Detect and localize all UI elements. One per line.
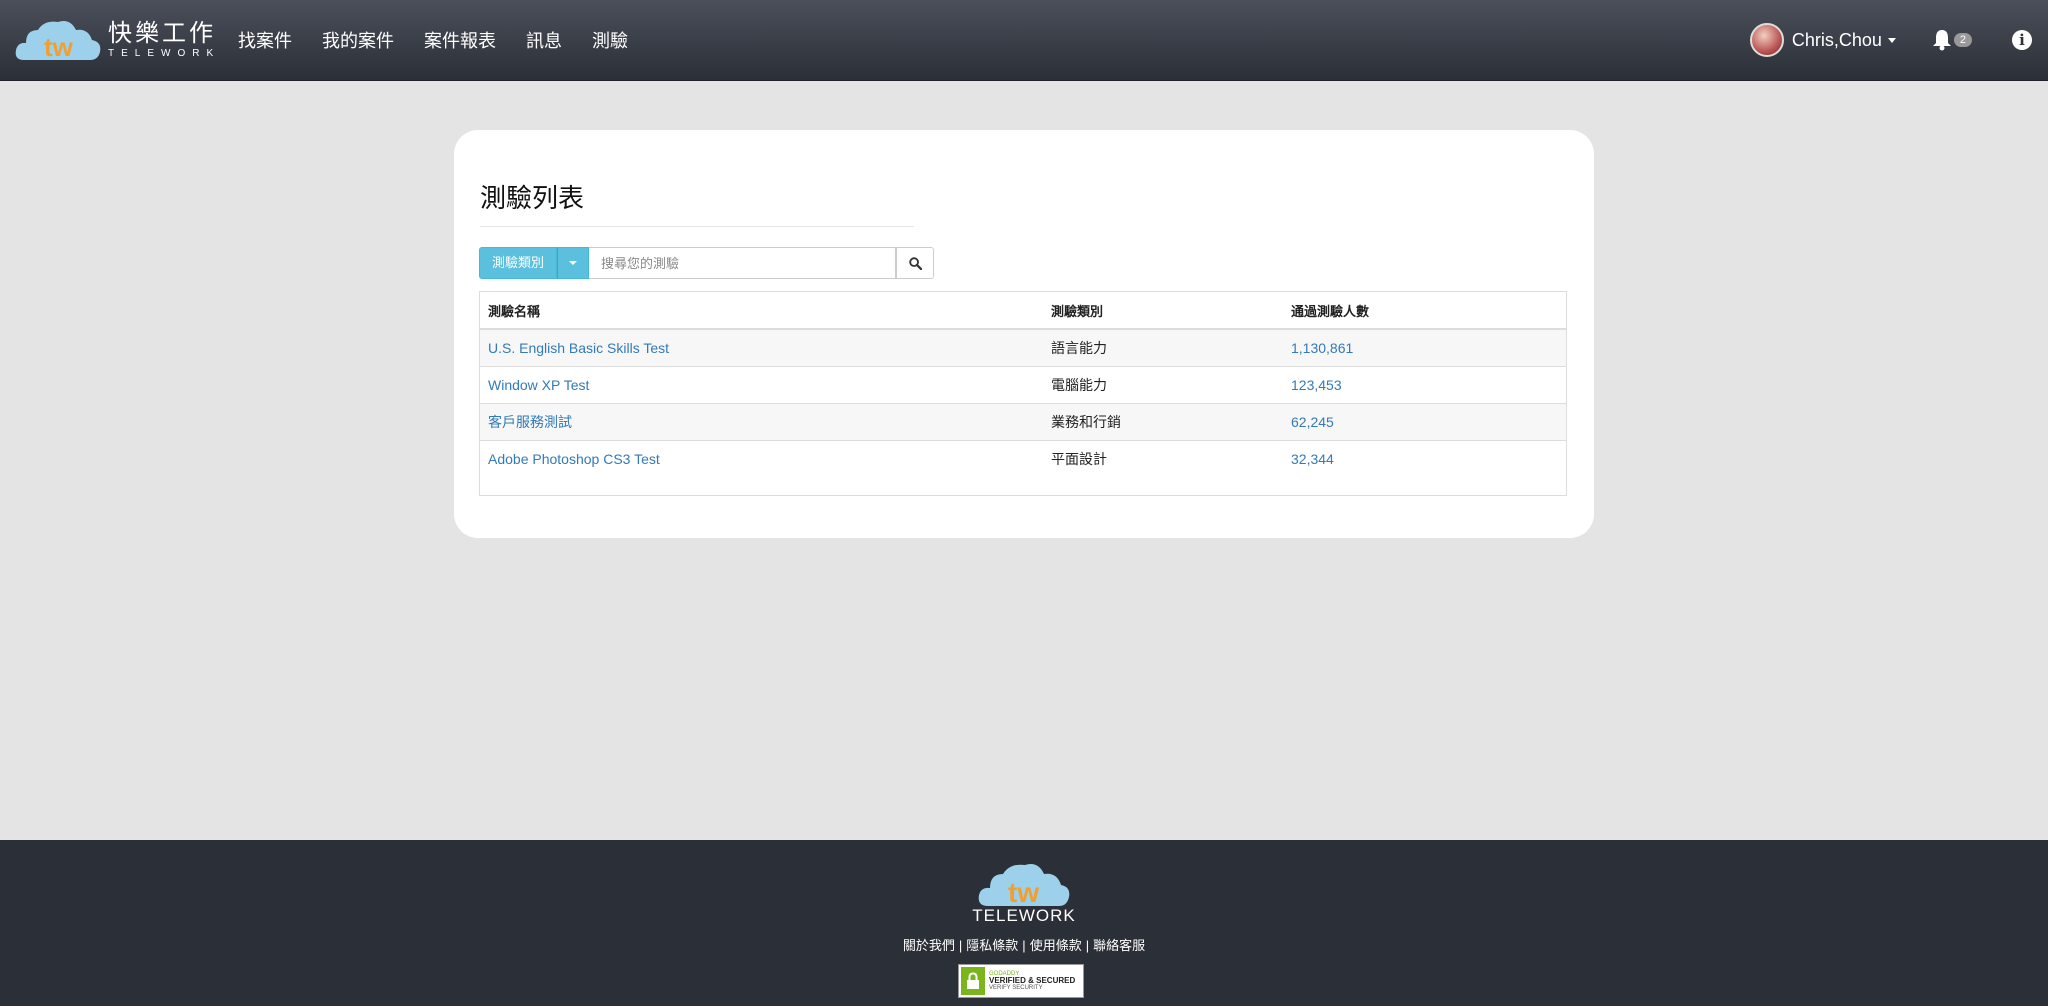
category-button[interactable]: 測驗類別 xyxy=(479,247,558,279)
footer-link-about[interactable]: 關於我們 xyxy=(903,938,955,953)
security-seal[interactable]: GODADDY VERIFIED & SECURED VERIFY SECURI… xyxy=(958,964,1084,998)
test-category: 業務和行銷 xyxy=(1043,403,1283,441)
passed-count[interactable]: 1,130,861 xyxy=(1291,340,1353,356)
footer-separator: | xyxy=(1022,938,1026,953)
seal-line3: VERIFY SECURITY xyxy=(989,985,1043,992)
table-row: Adobe Photoshop CS3 Test 平面設計 32,344 xyxy=(480,440,1566,477)
category-dropdown-toggle[interactable] xyxy=(557,247,590,279)
test-name-link[interactable]: 客戶服務測試 xyxy=(488,414,572,430)
brand-name-en: TELEWORK xyxy=(108,47,221,59)
notification-badge: 2 xyxy=(1953,33,1972,47)
cloud-logo-icon: tw xyxy=(15,21,101,62)
bell-icon xyxy=(1932,30,1951,51)
search-input[interactable] xyxy=(589,247,897,279)
caret-down-icon xyxy=(569,261,578,265)
lock-icon xyxy=(961,967,985,995)
nav-messages[interactable]: 訊息 xyxy=(526,27,562,53)
footer-links: 關於我們 | 隱私條款 | 使用條款 | 聯絡客服 xyxy=(0,935,2048,954)
passed-count[interactable]: 62,245 xyxy=(1291,414,1334,430)
footer: tw TELEWORK 關於我們 | 隱私條款 | 使用條款 | 聯絡客服 GODADDY … xyxy=(0,840,2048,1006)
footer-cloud-logo-icon[interactable]: tw xyxy=(976,858,1072,908)
notifications-button[interactable]: 2 xyxy=(1932,29,1972,51)
test-category: 平面設計 xyxy=(1043,440,1283,477)
search-button[interactable] xyxy=(896,247,935,279)
table-row: U.S. English Basic Skills Test 語言能力 1,13… xyxy=(480,328,1566,367)
test-name-link[interactable]: Window XP Test xyxy=(488,377,589,393)
footer-brand: TELEWORK xyxy=(972,906,1076,925)
search-bar: 測驗類別 xyxy=(479,247,935,279)
page-title: 測驗列表 xyxy=(480,183,585,213)
seal-line2: VERIFIED & SECURED xyxy=(989,975,1076,985)
svg-text:tw: tw xyxy=(1008,877,1039,908)
tests-table-wrapper: 測驗名稱 測驗類別 通過測驗人數 U.S. English Basic Skil… xyxy=(479,291,1567,496)
test-category: 電腦能力 xyxy=(1043,366,1283,404)
user-name[interactable]: Chris,Chou xyxy=(1792,30,1882,51)
nav-case-reports[interactable]: 案件報表 xyxy=(424,27,496,53)
footer-link-support[interactable]: 聯絡客服 xyxy=(1093,938,1145,953)
brand-logo[interactable]: tw 快樂工作 TELEWORK xyxy=(14,16,220,64)
test-category: 語言能力 xyxy=(1043,328,1283,367)
table-row: 客戶服務測試 業務和行銷 62,245 xyxy=(480,403,1566,441)
tests-table: 測驗名稱 測驗類別 通過測驗人數 U.S. English Basic Skil… xyxy=(480,292,1566,477)
header-passed-count[interactable]: 通過測驗人數 xyxy=(1283,292,1566,330)
svg-text:tw: tw xyxy=(44,32,74,62)
header-test-name[interactable]: 測驗名稱 xyxy=(480,292,1043,330)
passed-count[interactable]: 32,344 xyxy=(1291,451,1334,467)
main-nav: 找案件 我的案件 案件報表 訊息 測驗 xyxy=(238,0,658,80)
table-row: Window XP Test 電腦能力 123,453 xyxy=(480,366,1566,404)
avatar[interactable] xyxy=(1749,23,1784,57)
passed-count[interactable]: 123,453 xyxy=(1291,377,1342,393)
nav-tests[interactable]: 測驗 xyxy=(592,27,628,53)
user-area: Chris,Chou 2 i xyxy=(1749,0,2048,80)
footer-separator: | xyxy=(958,938,963,953)
footer-separator: | xyxy=(1085,938,1090,953)
test-name-link[interactable]: Adobe Photoshop CS3 Test xyxy=(488,451,660,467)
header-test-category[interactable]: 測驗類別 xyxy=(1043,292,1283,330)
top-navbar: tw 快樂工作 TELEWORK 找案件 我的案件 案件報表 訊息 測驗 Chr… xyxy=(0,0,2048,81)
test-name-link[interactable]: U.S. English Basic Skills Test xyxy=(488,340,669,356)
brand-text: 快樂工作 TELEWORK xyxy=(108,19,221,59)
nav-find-cases[interactable]: 找案件 xyxy=(238,27,292,53)
seal-text: GODADDY VERIFIED & SECURED VERIFY SECURI… xyxy=(989,971,1075,992)
table-header-row: 測驗名稱 測驗類別 通過測驗人數 xyxy=(480,292,1566,330)
test-list-card: 測驗列表 測驗類別 測驗名稱 測驗類別 通過測驗人數 U.S. Engli xyxy=(454,130,1594,538)
footer-link-terms[interactable]: 使用條款 xyxy=(1030,938,1082,953)
info-icon[interactable]: i xyxy=(2012,30,2032,50)
nav-my-cases[interactable]: 我的案件 xyxy=(322,27,394,53)
footer-link-privacy[interactable]: 隱私條款 xyxy=(966,938,1018,953)
title-divider xyxy=(480,226,914,227)
search-icon xyxy=(908,256,922,270)
brand-name-cn: 快樂工作 xyxy=(108,19,216,47)
chevron-down-icon[interactable] xyxy=(1887,37,1896,43)
